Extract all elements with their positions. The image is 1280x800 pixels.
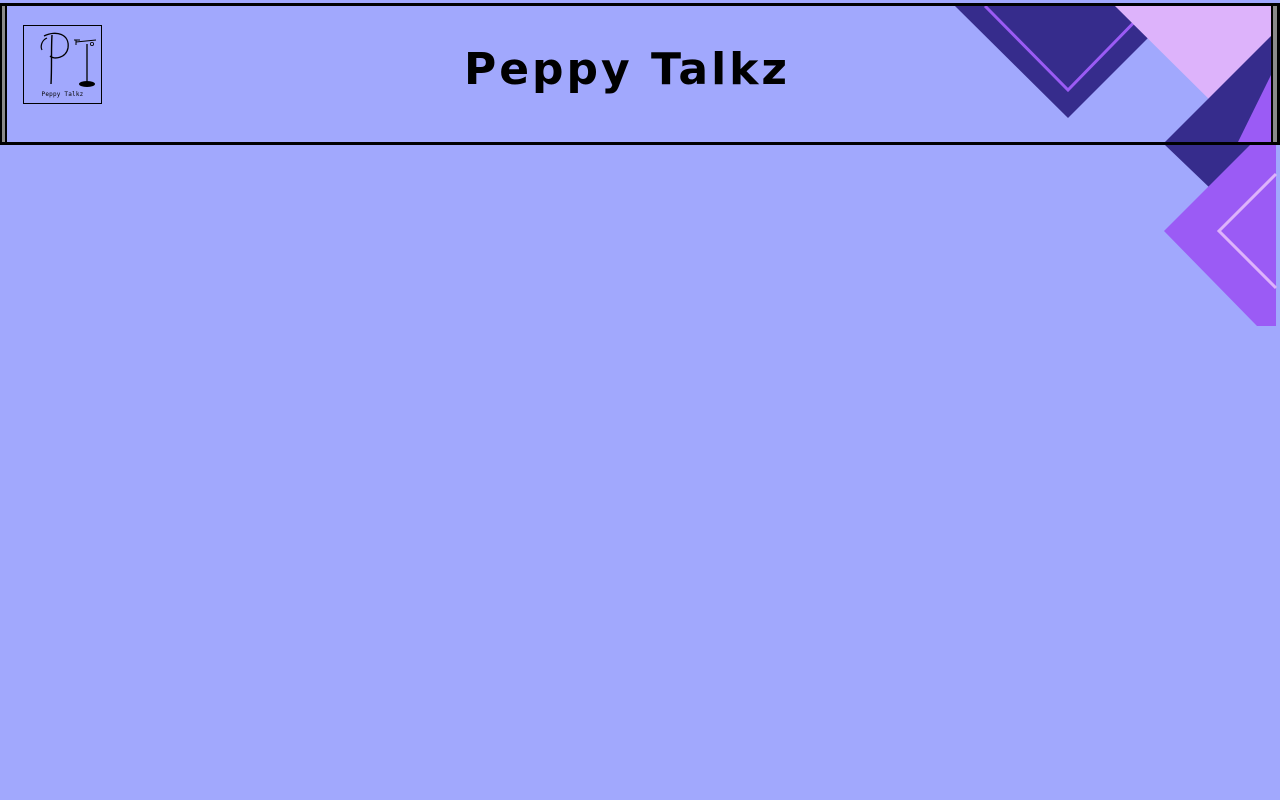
page: Peppy Talkz Peppy Talkz xyxy=(0,0,1280,800)
page-title: Peppy Talkz xyxy=(463,44,791,95)
decor-pink-chevron xyxy=(1216,172,1278,290)
header-banner: Peppy Talkz Peppy Talkz xyxy=(0,3,1280,145)
decor-purple-arrow xyxy=(1164,145,1276,326)
decor-navy-diamond-bottom xyxy=(1165,145,1212,190)
header-right-edge xyxy=(1271,6,1280,142)
